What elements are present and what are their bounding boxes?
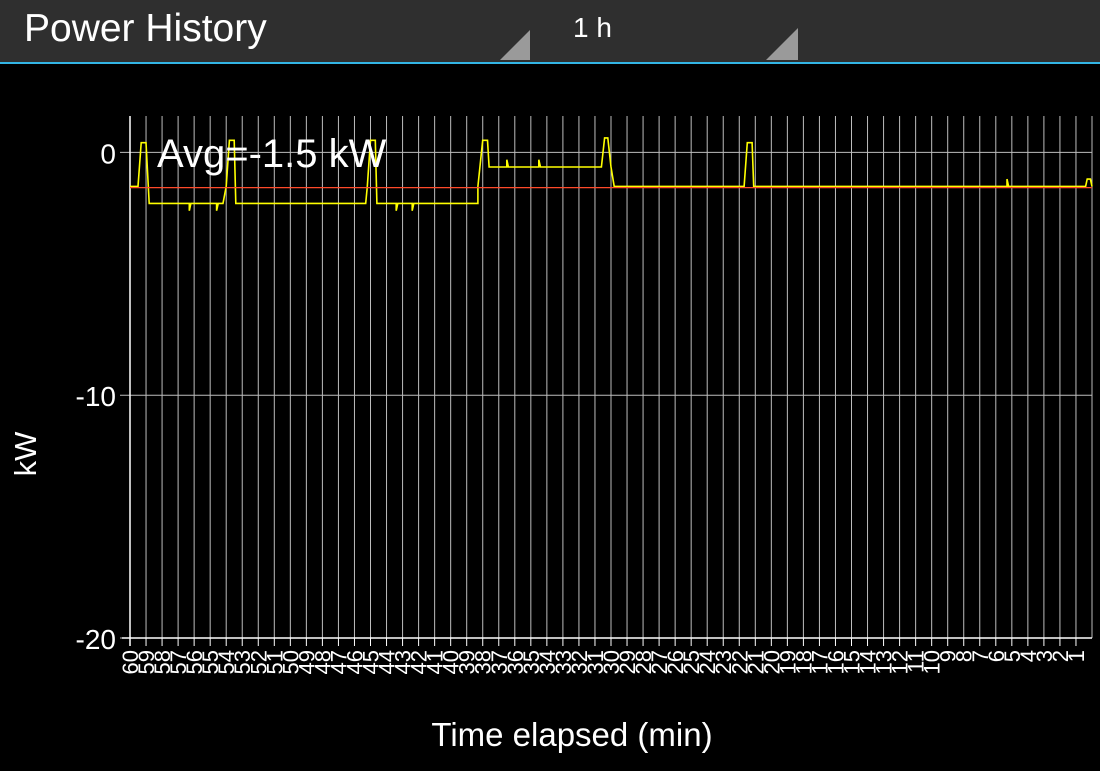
x-tick-label: 1 (1064, 650, 1089, 662)
spinner-dropdown-icon (766, 28, 798, 60)
y-tick-label: -10 (76, 381, 116, 412)
average-annotation: Avg=-1.5 kW (157, 132, 387, 176)
view-spinner[interactable] (486, 0, 530, 62)
power-chart: 0 -10 -20 60 59 58 57 56 55 54 53 52 51 50 49 48 47 46 45 4… (0, 66, 1100, 766)
y-tick-label: 0 (100, 138, 116, 169)
time-range-value: 1 h (573, 12, 612, 43)
y-tick-label: -20 (76, 624, 116, 655)
action-bar: Power History 1 h (0, 0, 1100, 64)
app-title: Power History (24, 7, 267, 50)
power-history-plot: 0-10-20605958575655545352515049484746454… (8, 116, 1093, 753)
spinner-dropdown-icon (500, 30, 530, 60)
x-axis-label: Time elapsed (min) (431, 716, 712, 753)
time-range-spinner[interactable]: 1 h (560, 0, 800, 62)
y-axis-label: kW (8, 431, 43, 477)
